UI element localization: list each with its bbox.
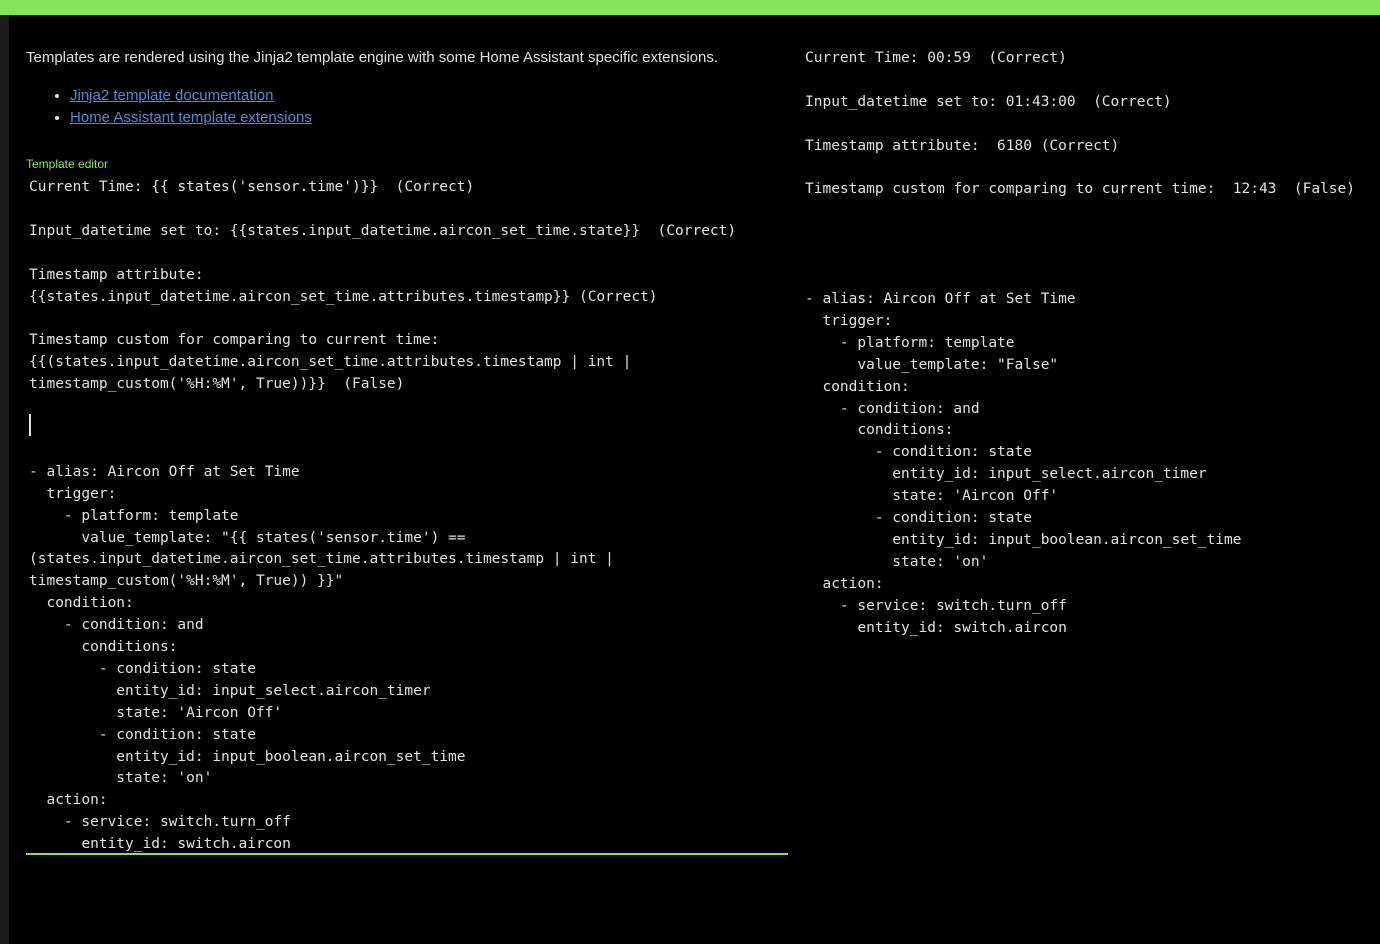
template-editor[interactable]: Current Time: {{ states('sensor.time')}}… (26, 177, 788, 855)
template-result: Current Time: 00:59 (Correct) Input_date… (805, 48, 1380, 648)
intro-text: Templates are rendered using the Jinja2 … (26, 49, 719, 66)
template-dev-tools-page: Templates are rendered using the Jinja2 … (0, 0, 1380, 944)
list-item: Home Assistant template extensions (70, 107, 312, 129)
sidebar-edge (0, 0, 9, 944)
jinja2-docs-link[interactable]: Jinja2 template documentation (70, 87, 273, 104)
list-item: Jinja2 template documentation (70, 85, 312, 107)
template-result-output: Current Time: 00:59 (Correct) Input_date… (805, 50, 1355, 636)
text-cursor (29, 414, 31, 436)
ha-template-extensions-link[interactable]: Home Assistant template extensions (70, 109, 312, 126)
app-header-bar (0, 0, 1380, 15)
template-editor-label: Template editor (26, 157, 109, 171)
template-editor-input[interactable]: Current Time: {{ states('sensor.time')}}… (26, 177, 788, 853)
documentation-links: Jinja2 template documentation Home Assis… (26, 85, 312, 129)
